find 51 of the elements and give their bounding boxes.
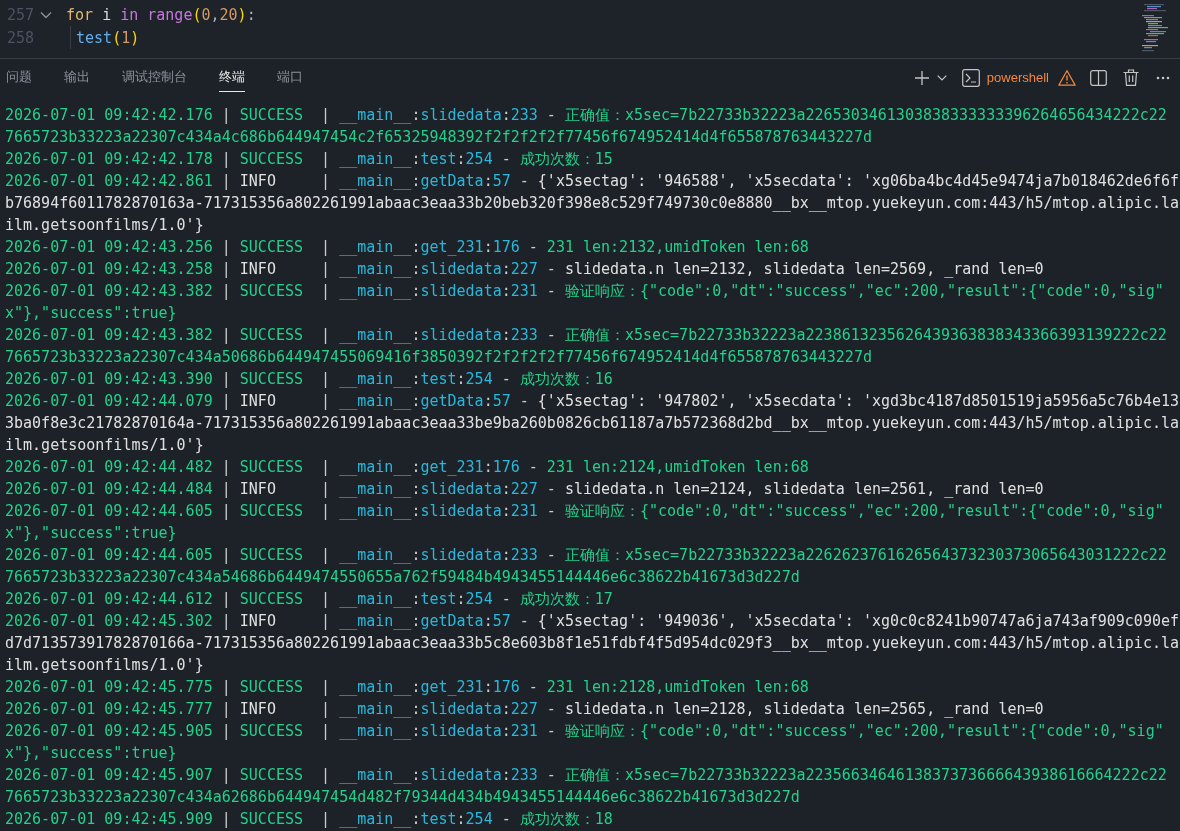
plus-icon[interactable] (913, 69, 930, 86)
log-line: 2026-07-01 09:42:45.905 | SUCCESS | __main__:slidedata:231 - 验证响应：{"code":0,"dt":"success","ec":200,"result":{"code":0,"sig" (5, 721, 1164, 742)
trash-icon[interactable] (1123, 69, 1139, 86)
log-line: x"},"success":true} (5, 743, 177, 764)
log-line: 2026-07-01 09:42:43.390 | SUCCESS | __main__:test:254 - 成功次数：16 (5, 369, 613, 390)
log-line: b76894f6011782870163a-717315356a802261991abaac3eaa33b20beb320f398e8c529f749730c0e8880__bx__mtop.yuekeyun.com:443/h5/mtop.alipic.la (5, 193, 1179, 214)
log-line: 2026-07-01 09:42:42.176 | SUCCESS | __main__:slidedata:233 - 正确值：x5sec=7b22733b32223a2265303461303838333333396264656434222c22 (5, 105, 1167, 126)
log-line: 2026-07-01 09:42:45.907 | SUCCESS | __main__:slidedata:233 - 正确值：x5sec=7b22733b32223a2235663464613837373666643938616664222c22 (5, 765, 1167, 786)
line-number: 258 (5, 28, 34, 47)
log-line: 7665723b33223a22307c434a50686b644947455069416f3850392f2f2f2f2f77456f674952414d4f655878763443227d (5, 347, 872, 368)
panel-tab[interactable]: 调试控制台 (122, 63, 187, 92)
ellipsis-icon[interactable] (1156, 75, 1170, 80)
chevron-down-icon[interactable] (936, 74, 947, 81)
warning-icon[interactable] (1058, 69, 1076, 86)
log-line: 2026-07-01 09:42:42.861 | INFO | __main__:getData:57 - {'x5sectag': '946588', 'x5secdata': 'xg06ba4bc4d45e9474ja7b018462de6f6f (5, 171, 1179, 192)
log-line: 3ba0f8e3c21782870164a-717315356a802261991abaac3eaa33be9ba260b0826cb61187a7b572368d2bd__bx__mtop.yuekeyun.com:443/h5/mtop.alipic.la (5, 413, 1179, 434)
log-line: 2026-07-01 09:42:44.605 | SUCCESS | __main__:slidedata:231 - 验证响应：{"code":0,"dt":"success","ec":200,"result":{"code":0,"sig" (5, 501, 1164, 522)
chevron-down-icon[interactable] (40, 10, 52, 19)
log-line: 2026-07-01 09:42:43.256 | SUCCESS | __main__:get_231:176 - 231 len:2132,umidToken len:68 (5, 237, 809, 258)
log-line: 2026-07-01 09:42:44.605 | SUCCESS | __main__:slidedata:233 - 正确值：x5sec=7b22733b32223a2262623761626564373230373065643031222c22 (5, 545, 1167, 566)
log-line: 7665723b33223a22307c434a54686b6449474550655a762f59484b4943455144446e6c38622b41673d3d227d (5, 567, 800, 588)
log-line: ilm.getsoonfilms/1.0'} (5, 655, 204, 676)
panel-tab[interactable]: 问题 (6, 63, 32, 92)
code-line: test(1) (76, 28, 140, 47)
terminal-icon[interactable] (961, 68, 980, 87)
panel-tab[interactable]: 端口 (277, 63, 303, 92)
split-panel-icon[interactable] (1090, 69, 1107, 86)
log-line: ilm.getsoonfilms/1.0'} (5, 435, 204, 456)
log-line: 2026-07-01 09:42:43.382 | SUCCESS | __main__:slidedata:233 - 正确值：x5sec=7b22733b32223a2238613235626439363838343366393139222c22 (5, 325, 1167, 346)
log-line: 2026-07-01 09:42:45.909 | SUCCESS | __main__:test:254 - 成功次数：18 (5, 809, 613, 830)
panel-tab[interactable]: 终端 (219, 63, 245, 92)
log-line: ilm.getsoonfilms/1.0'} (5, 215, 204, 236)
log-line: 2026-07-01 09:42:44.612 | SUCCESS | __main__:test:254 - 成功次数：17 (5, 589, 613, 610)
line-number: 257 (5, 5, 34, 24)
log-line: 2026-07-01 09:42:44.079 | INFO | __main__:getData:57 - {'x5sectag': '947802', 'x5secdata': 'xgd3bc4187d8501519ja5956a5c76b4e13 (5, 391, 1179, 412)
code-line: for i in range(0,20): (66, 5, 256, 24)
log-line: d7d71357391782870166a-717315356a802261991abaac3eaa33b5c8e603b8f1e51fdbf4f5d954dc029f3__bx__mtop.yuekeyun.com:443/h5/mtop.alipic.la (5, 633, 1179, 654)
terminal-profile-label[interactable]: powershell (986, 70, 1049, 85)
log-line: 7665723b33223a22307c434a62686b644947454d482f79344d434b4943455144446e6c38622b41673d3d227d (5, 787, 800, 808)
log-line: 2026-07-01 09:42:45.777 | INFO | __main__:slidedata:227 - slidedata.n len=2128, slidedata len=2565, _rand len=0 (5, 699, 1044, 720)
log-line: 2026-07-01 09:42:44.484 | INFO | __main__:slidedata:227 - slidedata.n len=2124, slidedata len=2561, _rand len=0 (5, 479, 1044, 500)
log-line: x"},"success":true} (5, 523, 177, 544)
panel-tab[interactable]: 输出 (64, 63, 90, 92)
log-line: x"},"success":true} (5, 303, 177, 324)
log-line: 2026-07-01 09:42:45.775 | SUCCESS | __main__:get_231:176 - 231 len:2128,umidToken len:68 (5, 677, 809, 698)
log-line: 2026-07-01 09:42:43.258 | INFO | __main__:slidedata:227 - slidedata.n len=2132, slidedata len=2569, _rand len=0 (5, 259, 1044, 280)
log-line: 2026-07-01 09:42:45.302 | INFO | __main__:getData:57 - {'x5sectag': '949036', 'x5secdata': 'xg0c0c8241b90747a6ja743af909c090ef (5, 611, 1179, 632)
log-line: 7665723b33223a22307c434a4c686b644947454c2f65325948392f2f2f2f2f77456f674952414d4f655878763443227d (5, 127, 872, 148)
log-line: 2026-07-01 09:42:43.382 | SUCCESS | __main__:slidedata:231 - 验证响应：{"code":0,"dt":"success","ec":200,"result":{"code":0,"sig" (5, 281, 1164, 302)
log-line: 2026-07-01 09:42:44.482 | SUCCESS | __main__:get_231:176 - 231 len:2124,umidToken len:68 (5, 457, 809, 478)
log-line: 2026-07-01 09:42:42.178 | SUCCESS | __main__:test:254 - 成功次数：15 (5, 149, 613, 170)
